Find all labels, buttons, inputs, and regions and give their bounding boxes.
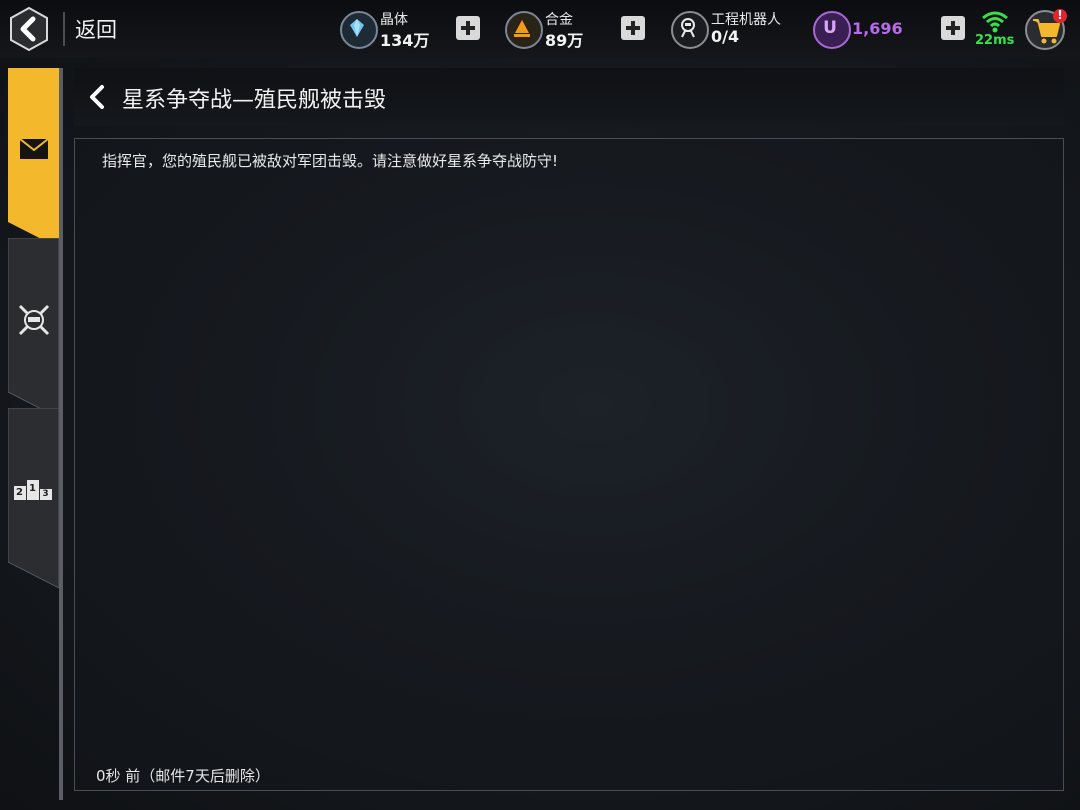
coin-resource: U: [813, 8, 851, 50]
shop-button[interactable]: !: [1025, 8, 1071, 52]
tab-ranking[interactable]: 2 1 3: [8, 408, 59, 588]
coin-value: 1,696: [852, 19, 903, 38]
robot-icon: [671, 11, 709, 49]
mail-header: 星系争夺战—殖民舰被击毁: [74, 68, 1064, 126]
divider: [63, 12, 65, 46]
robot-label: 工程机器人: [711, 12, 781, 28]
robot-value: 0/4: [711, 27, 740, 46]
tab-mail[interactable]: [8, 68, 59, 248]
ping-value: 22ms: [975, 33, 1015, 48]
back-arrow-icon: [10, 6, 48, 52]
envelope-icon: [8, 138, 59, 164]
tab-battle[interactable]: [8, 238, 59, 418]
podium-icon: 2 1 3: [8, 480, 59, 502]
crystal-resource: 晶体 134万: [340, 8, 440, 50]
add-crystal-button[interactable]: [456, 16, 480, 40]
chevron-left-icon: [90, 85, 104, 109]
coin-icon: U: [813, 11, 851, 49]
alloy-resource: 合金 89万: [505, 8, 605, 50]
back-label[interactable]: 返回: [75, 14, 117, 44]
mail-timestamp: 0秒 前（邮件7天后删除）: [96, 767, 270, 785]
mail-title: 星系争夺战—殖民舰被击毁: [122, 88, 387, 113]
robot-resource: 工程机器人 0/4: [671, 8, 801, 50]
mail-body: 指挥官，您的殖民舰已被敌对军团击毁。请注意做好星系争夺战防守!: [102, 152, 559, 170]
crystal-value: 134万: [380, 31, 430, 50]
crystal-label: 晶体: [380, 12, 408, 28]
plus-icon: [461, 21, 475, 35]
cart-badge: !: [1057, 8, 1063, 22]
tab-rail: [59, 68, 63, 800]
add-coin-button[interactable]: [941, 16, 965, 40]
alloy-icon: [505, 11, 543, 49]
crystal-icon: [340, 11, 378, 49]
alloy-value: 89万: [545, 31, 584, 50]
crossed-swords-icon: [8, 302, 59, 342]
game-screen: 返回 晶体 134万 合金 89万 工程机器人 0/4 U 1,696 22ms…: [0, 0, 1080, 810]
plus-icon: [626, 21, 640, 35]
mail-content-panel: 指挥官，您的殖民舰已被敌对军团击毁。请注意做好星系争夺战防守! 0秒 前（邮件7…: [74, 138, 1064, 791]
top-bar: 返回 晶体 134万 合金 89万 工程机器人 0/4 U 1,696 22ms…: [0, 0, 1080, 58]
add-alloy-button[interactable]: [621, 16, 645, 40]
alloy-label: 合金: [545, 12, 573, 28]
mail-back-button[interactable]: [86, 84, 108, 110]
plus-icon: [946, 21, 960, 35]
back-button[interactable]: [8, 6, 50, 52]
